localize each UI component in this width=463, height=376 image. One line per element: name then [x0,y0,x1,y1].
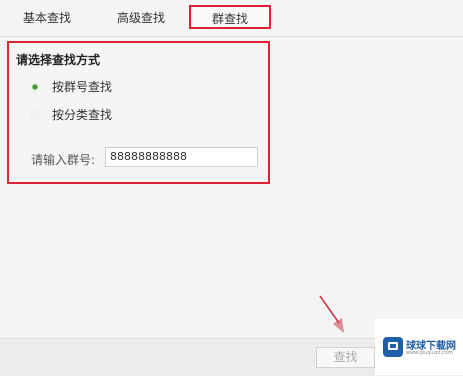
arrow-head [333,318,344,333]
tab-advanced-search[interactable]: 高级查找 [110,6,172,30]
group-number-label: 请输入群号: [31,153,96,167]
radio-label: 按群号查找 [52,80,113,94]
tab-group-search[interactable]: 群查找 [189,5,271,29]
radio-label: 按分类查找 [52,108,113,122]
tab-bar: 基本查找 高级查找 群查找 [0,0,463,37]
search-button[interactable]: 查找 [316,347,375,368]
watermark-logo-icon [383,337,403,357]
search-method-panel: 请选择查找方式 按群号查找 按分类查找 请输入群号: 88888888888 [7,41,270,184]
group-number-input[interactable]: 88888888888 [105,147,258,167]
watermark: 球球下载网 www.qiuqiuxz.com [375,319,463,375]
tab-basic-search[interactable]: 基本查找 [16,6,78,30]
radio-checked-icon[interactable] [31,83,39,91]
radio-unchecked-icon[interactable] [31,111,39,119]
panel-title: 请选择查找方式 [16,53,101,67]
arrow-shaft [319,295,340,324]
watermark-subtext: www.qiuqiuxz.com [406,350,453,356]
